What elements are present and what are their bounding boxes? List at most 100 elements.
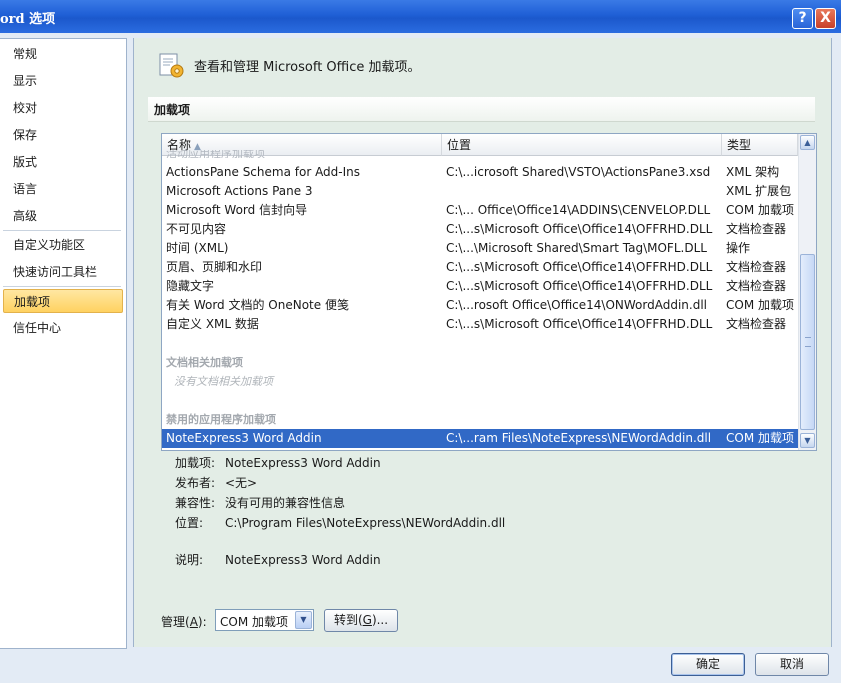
- row-location: C:\...\Microsoft Shared\Smart Tag\MOFL.D…: [446, 241, 707, 255]
- row-name: 页眉、页脚和水印: [166, 260, 263, 274]
- detail-compatibility: 兼容性: 没有可用的兼容性信息: [175, 494, 345, 511]
- column-type-label: 类型: [727, 138, 752, 152]
- chevron-down-icon: ▼: [300, 615, 307, 624]
- sidebar-item-trust-center[interactable]: 信任中心: [0, 316, 124, 340]
- scroll-up-button[interactable]: ▲: [800, 135, 815, 150]
- sidebar-item-layout[interactable]: 版式: [0, 150, 124, 174]
- table-row[interactable]: 有关 Word 文档的 OneNote 便笺 C:\...rosoft Offi…: [162, 296, 798, 315]
- window-title: ord 选项: [0, 12, 56, 27]
- title-bar: ord 选项 ? X: [0, 0, 841, 33]
- table-row[interactable]: ActionsPane Schema for Add-Ins C:\...icr…: [162, 163, 798, 182]
- row-name: ActionsPane Schema for Add-Ins: [166, 165, 361, 179]
- table-row[interactable]: 时间 (XML) C:\...\Microsoft Shared\Smart T…: [162, 239, 798, 258]
- row-location: C:\...icrosoft Shared\VSTO\ActionsPane3.…: [446, 165, 711, 179]
- close-button[interactable]: X: [815, 8, 836, 29]
- detail-label: 发布者:: [175, 476, 216, 490]
- help-icon: ?: [798, 10, 807, 26]
- row-type: 文档检查器: [726, 317, 787, 331]
- row-type: 文档检查器: [726, 279, 787, 293]
- ok-button[interactable]: 确定: [671, 653, 745, 676]
- sidebar-item-advanced[interactable]: 高级: [0, 204, 124, 228]
- sidebar-item-language[interactable]: 语言: [0, 177, 124, 201]
- sidebar-divider: [3, 286, 121, 287]
- row-type: 操作: [726, 241, 751, 255]
- row-location: C:\...s\Microsoft Office\Office14\OFFRHD…: [446, 279, 713, 293]
- detail-description: 说明: NoteExpress3 Word Addin: [175, 551, 381, 568]
- dropdown-button[interactable]: ▼: [295, 611, 312, 629]
- close-icon: X: [820, 10, 831, 26]
- row-location: C:\...rosoft Office\Office14\ONWordAddin…: [446, 298, 707, 312]
- row-type: COM 加载项: [726, 203, 794, 217]
- manage-select-value: COM 加载项: [220, 615, 288, 629]
- detail-value: <无>: [225, 476, 258, 490]
- group-label-document: 文档相关加载项: [166, 356, 243, 369]
- section-title: 加载项: [154, 103, 191, 117]
- detail-label: 加载项:: [175, 456, 216, 470]
- row-type: 文档检查器: [726, 260, 787, 274]
- list-scrollbar[interactable]: ▲ ▼: [798, 134, 816, 450]
- row-name: Microsoft Actions Pane 3: [166, 184, 313, 198]
- table-row-selected[interactable]: NoteExpress3 Word Addin C:\...ram Files\…: [162, 429, 798, 448]
- row-location: C:\...s\Microsoft Office\Office14\OFFRHD…: [446, 222, 713, 236]
- sidebar-item-general[interactable]: 常规: [0, 42, 124, 66]
- table-row[interactable]: 隐藏文字 C:\...s\Microsoft Office\Office14\O…: [162, 277, 798, 296]
- addins-panel: 查看和管理 Microsoft Office 加载项。 加载项 名称 ▲ 位置 类…: [133, 38, 832, 647]
- group-label-disabled: 禁用的应用程序加载项: [166, 413, 276, 426]
- sidebar-item-save[interactable]: 保存: [0, 123, 124, 147]
- detail-label: 兼容性:: [175, 496, 216, 510]
- chevron-down-icon: ▼: [804, 436, 811, 445]
- row-location: C:\...s\Microsoft Office\Office14\OFFRHD…: [446, 260, 713, 274]
- column-location-label: 位置: [447, 138, 472, 152]
- detail-value: NoteExpress3 Word Addin: [225, 553, 381, 567]
- goto-button[interactable]: 转到(G)...: [324, 609, 398, 632]
- row-location: C:\...s\Microsoft Office\Office14\OFFRHD…: [446, 317, 713, 331]
- sidebar-item-display[interactable]: 显示: [0, 69, 124, 93]
- detail-location: 位置: C:\Program Files\NoteExpress\NEWordAd…: [175, 514, 505, 531]
- row-location: C:\...ram Files\NoteExpress\NEWordAddin.…: [446, 431, 712, 445]
- manage-select[interactable]: COM 加载项 ▼: [215, 609, 314, 631]
- table-row[interactable]: 页眉、页脚和水印 C:\...s\Microsoft Office\Office…: [162, 258, 798, 277]
- row-type: XML 扩展包: [726, 184, 792, 198]
- grip-icon: [805, 337, 811, 347]
- column-header-location[interactable]: 位置: [442, 134, 722, 156]
- chevron-up-icon: ▲: [804, 138, 811, 147]
- detail-addin: 加载项: NoteExpress3 Word Addin: [175, 454, 381, 471]
- group-label-active: 活动应用程序加载项: [166, 150, 265, 158]
- row-name: 不可见内容: [166, 222, 227, 236]
- table-row[interactable]: 自定义 XML 数据 C:\...s\Microsoft Office\Offi…: [162, 315, 798, 334]
- row-name: 时间 (XML): [166, 241, 229, 255]
- detail-value: C:\Program Files\NoteExpress\NEWordAddin…: [225, 516, 506, 530]
- table-row[interactable]: Microsoft Actions Pane 3 XML 扩展包: [162, 182, 798, 201]
- sidebar-item-proofing[interactable]: 校对: [0, 96, 124, 120]
- row-name: 有关 Word 文档的 OneNote 便笺: [166, 298, 349, 312]
- sidebar-item-customize-ribbon[interactable]: 自定义功能区: [0, 233, 124, 257]
- scroll-down-button[interactable]: ▼: [800, 433, 815, 448]
- group-empty-document: 没有文档相关加载项: [174, 375, 273, 388]
- addins-gear-icon: [159, 53, 184, 78]
- table-row[interactable]: Microsoft Word 信封向导 C:\... Office\Office…: [162, 201, 798, 220]
- cancel-button[interactable]: 取消: [755, 653, 829, 676]
- sidebar-item-quick-access-toolbar[interactable]: 快速访问工具栏: [0, 260, 124, 284]
- detail-value: NoteExpress3 Word Addin: [225, 456, 381, 470]
- sidebar-item-addins[interactable]: 加载项: [3, 289, 123, 313]
- detail-label: 说明:: [175, 553, 204, 567]
- panel-description: 查看和管理 Microsoft Office 加载项。: [194, 60, 421, 75]
- row-type: XML 架构: [726, 165, 780, 179]
- detail-publisher: 发布者: <无>: [175, 474, 257, 491]
- column-header-type[interactable]: 类型: [722, 134, 798, 156]
- sidebar-divider: [3, 230, 121, 231]
- row-location: C:\... Office\Office14\ADDINS\CENVELOP.D…: [446, 203, 711, 217]
- section-header: 加载项: [148, 97, 815, 122]
- row-name: 自定义 XML 数据: [166, 317, 259, 331]
- options-sidebar: 常规 显示 校对 保存 版式 语言 高级 自定义功能区 快速访问工具栏 加载项 …: [0, 38, 127, 649]
- row-name: 隐藏文字: [166, 279, 215, 293]
- row-name: NoteExpress3 Word Addin: [166, 431, 322, 445]
- help-button[interactable]: ?: [792, 8, 813, 29]
- addins-list[interactable]: 名称 ▲ 位置 类型 活动应用程序加载项 ActionsPane Schema f…: [161, 133, 817, 451]
- table-row[interactable]: 不可见内容 C:\...s\Microsoft Office\Office14\…: [162, 220, 798, 239]
- word-options-dialog: ord 选项 ? X 常规 显示 校对 保存 版式 语言 高级 自定义功能区 快…: [0, 0, 841, 683]
- detail-value: 没有可用的兼容性信息: [225, 496, 346, 510]
- detail-label: 位置:: [175, 516, 204, 530]
- scrollbar-thumb[interactable]: [800, 254, 815, 430]
- row-name: Microsoft Word 信封向导: [166, 203, 308, 217]
